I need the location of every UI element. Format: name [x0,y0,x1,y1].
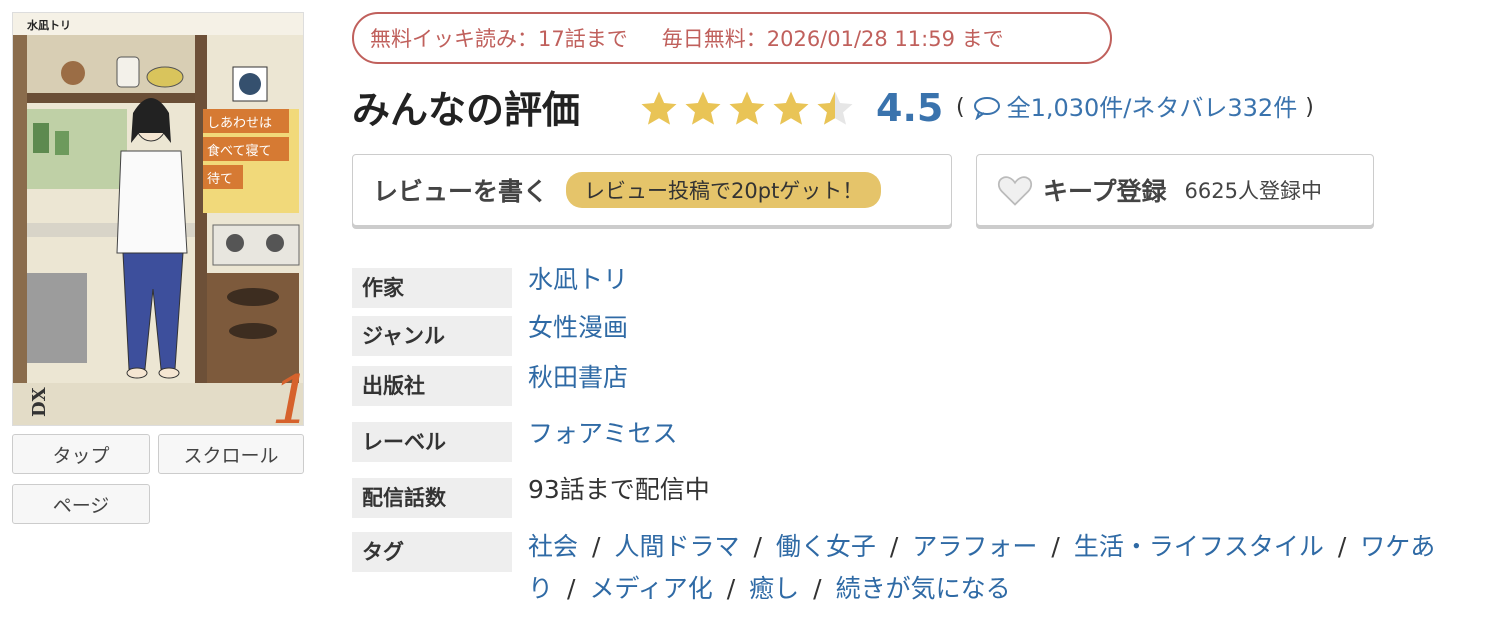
tag-link[interactable]: 社会 [528,532,578,561]
speech-bubble-icon [973,97,1000,120]
book-cover[interactable]: 水凪トリ しあわせは 食べて寝て 待て DX [12,12,304,426]
info-key-publisher: 出版社 [352,366,512,406]
review-count-text: 全1,030件/ネタバレ332件 [1006,94,1298,122]
tag-link[interactable]: 癒し [749,574,799,603]
view-mode-page-button[interactable]: ページ [12,484,150,524]
author-link[interactable]: 水凪トリ [528,260,628,300]
tag-link[interactable]: 働く女子 [776,532,876,561]
tag-separator: / [889,532,899,561]
tag-separator: / [753,532,762,561]
review-count-link[interactable]: ( 全1,030件/ネタバレ332件 ) [956,88,1314,128]
rating-stars [638,88,858,130]
view-mode-tap-button[interactable]: タップ [12,434,150,474]
cover-volume: 1 [271,362,303,425]
tag-link[interactable]: 人間ドラマ [614,532,739,561]
publisher-link[interactable]: 秋田書店 [528,358,628,398]
tag-separator: / [1337,532,1347,561]
keep-count: 6625人登録中 [1184,179,1322,203]
star-icon [685,91,721,125]
cover-title-line-1: しあわせは [207,116,272,131]
tag-link[interactable]: 生活・ライフスタイル [1074,532,1324,561]
keep-label: キープ登録 [1043,177,1167,206]
view-mode-scroll-button[interactable]: スクロール [158,434,304,474]
write-review-label: レビューを書く [373,177,549,206]
tag-separator: / [1051,532,1060,561]
star-icon [773,91,809,125]
info-key-tags: タグ [352,532,512,572]
info-key-author: 作家 [352,268,512,308]
tag-separator: / [726,574,736,603]
cover-title-line-2: 食べて寝て [207,143,271,159]
star-icon [729,91,765,125]
info-key-label: レーベル [352,422,512,462]
genre-link[interactable]: 女性漫画 [528,308,628,348]
tag-link[interactable]: メディア化 [589,574,712,603]
cover-author: 水凪トリ [27,18,71,32]
close-paren: ) [1305,95,1314,120]
daily-free-text: 毎日無料：2026/01/28 11:59 まで [661,27,1004,51]
free-reading-badge: 無料イッキ読み：17話まで 毎日無料：2026/01/28 11:59 まで [352,12,1112,64]
tag-link[interactable]: 続きが気になる [836,574,1011,603]
info-key-episodes: 配信話数 [352,478,512,518]
keep-button[interactable]: キープ登録 6625人登録中 [976,154,1374,226]
info-key-genre: ジャンル [352,316,512,356]
rating-score: 4.5 [876,86,944,130]
cover-title-line-3: 待て [207,172,233,187]
review-promo-badge: レビュー投稿で20ptゲット！ [566,172,882,208]
tag-list: 社会 / 人間ドラマ / 働く女子 / アラフォー / 生活・ライフスタイル / ワケあり / メディア… [528,526,1448,610]
half-star-icon [817,91,853,125]
label-link[interactable]: フォアミセス [528,414,678,454]
write-review-button[interactable]: レビューを書く レビュー投稿で20ptゲット！ [352,154,952,226]
star-icon [641,91,677,125]
tag-separator: / [592,532,601,561]
tag-separator: / [813,574,822,603]
cover-imprint: DX [29,387,50,417]
tag-separator: / [567,574,576,603]
tag-link[interactable]: アラフォー [912,532,1037,561]
episodes-value: 93話まで配信中 [528,475,710,504]
open-paren: ( [956,95,965,120]
rating-title: みんなの評価 [352,88,581,132]
binge-free-text: 無料イッキ読み：17話まで [370,27,628,51]
heart-icon [997,176,1033,206]
